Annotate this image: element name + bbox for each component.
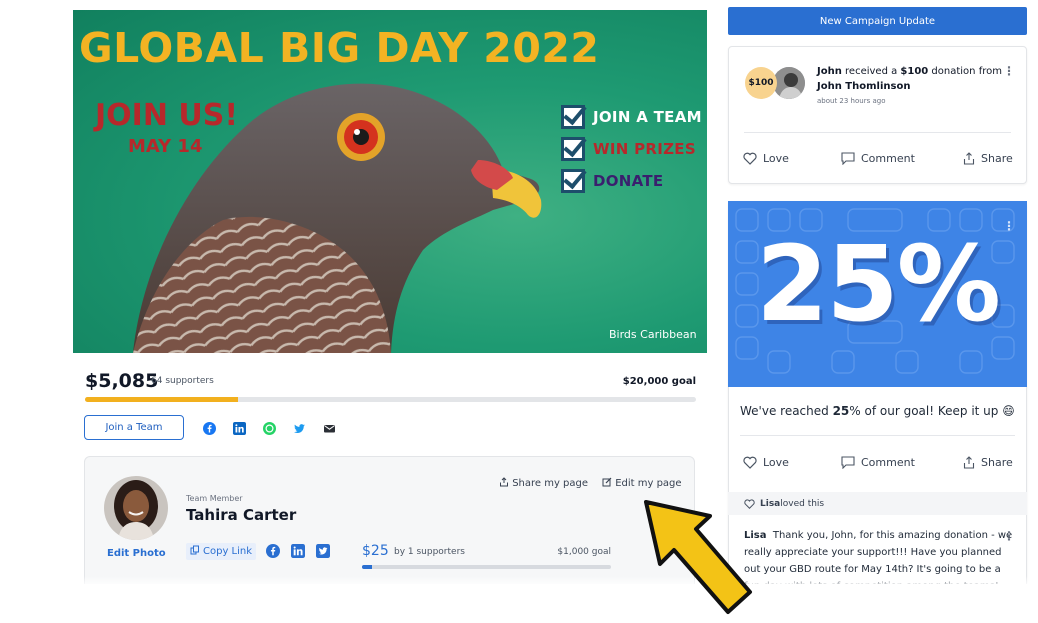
love-label: Love [763, 456, 789, 469]
more-options-icon[interactable]: ⋮ [1003, 530, 1015, 542]
share-icon [499, 477, 512, 489]
comment-button[interactable]: Comment [841, 152, 915, 165]
share-my-page-label: Share my page [512, 478, 589, 489]
love-button[interactable]: Love [743, 152, 789, 165]
twitter-icon[interactable] [292, 421, 306, 435]
love-button[interactable]: Love [743, 456, 789, 469]
share-my-page-link[interactable]: Share my page [499, 477, 588, 489]
divider [740, 435, 1015, 436]
member-raised: $25 [362, 543, 389, 559]
facebook-icon[interactable] [265, 543, 281, 559]
milestone-text-start: We've reached [740, 404, 833, 418]
page-fold [0, 584, 1038, 623]
campaign-banner: GLOBAL BIG DAY 2022 JOIN US! MAY 14 JOIN… [73, 10, 707, 353]
member-goal: $1,000 goal [557, 547, 611, 557]
comment-icon [841, 456, 855, 469]
share-label: Share [981, 456, 1013, 469]
share-button[interactable]: Share [963, 456, 1013, 469]
donation-badge: $100 [745, 67, 777, 99]
checklist-label: DONATE [593, 172, 664, 190]
birds-caribbean-logo: Birds Caribbean [609, 328, 697, 341]
join-team-button[interactable]: Join a Team [84, 415, 184, 440]
banner-date: MAY 14 [128, 136, 203, 157]
checkbox-icon [561, 105, 585, 129]
copy-link-label: Copy Link [203, 546, 253, 557]
linkedin-icon[interactable] [290, 543, 306, 559]
edit-my-page-link[interactable]: Edit my page [602, 477, 682, 489]
comment-label: Comment [861, 152, 915, 165]
milestone-text-bold: 25 [832, 404, 850, 418]
more-options-icon[interactable]: ⋮ [1003, 65, 1015, 77]
reaction-label: loved this [780, 498, 825, 509]
campaign-progress-fill [85, 397, 238, 402]
comment-icon [841, 152, 855, 165]
share-icon [963, 456, 975, 469]
comment-label: Comment [861, 456, 915, 469]
donation-from-label: donation from [928, 66, 1002, 77]
banner-checklist: JOIN A TEAM WIN PRIZES DONATE [561, 101, 702, 197]
reaction-summary: Lisa loved this [728, 492, 1027, 515]
checklist-label: WIN PRIZES [593, 140, 696, 158]
avatar [104, 476, 168, 540]
annotation-arrow-icon [644, 500, 752, 614]
share-button[interactable]: Share [963, 152, 1013, 165]
milestone-message: We've reached 25% of our goal! Keep it u… [740, 404, 1015, 418]
member-progress-bar [362, 565, 611, 569]
comment-button[interactable]: Comment [841, 456, 915, 469]
facebook-icon[interactable] [202, 421, 216, 435]
checklist-item: JOIN A TEAM [561, 101, 702, 133]
checklist-item: WIN PRIZES [561, 133, 702, 165]
donor-name: John [817, 66, 842, 77]
milestone-graphic: 25% [728, 201, 1027, 387]
new-campaign-update-button[interactable]: New Campaign Update [728, 7, 1027, 35]
edit-icon [602, 477, 615, 489]
banner-join-text: JOIN US! [95, 98, 239, 133]
donor-avatar [773, 67, 805, 99]
milestone-percent: 25% [756, 223, 1001, 345]
share-icon [963, 152, 975, 165]
twitter-icon[interactable] [315, 543, 331, 559]
donation-recipient: John Thomlinson [817, 81, 911, 92]
supporter-count: 64 supporters [151, 376, 214, 386]
copy-link-button[interactable]: Copy Link [186, 543, 257, 560]
more-options-icon[interactable]: ⋮ [1003, 220, 1015, 232]
copy-icon [190, 545, 203, 558]
share-label: Share [981, 152, 1013, 165]
milestone-text-end: % of our goal! Keep it up 😄 [849, 404, 1015, 418]
donation-timestamp: about 23 hours ago [817, 97, 886, 105]
donation-amount: $100 [900, 66, 929, 77]
whatsapp-icon[interactable] [262, 421, 276, 435]
member-role: Team Member [186, 494, 243, 503]
member-supporters: by 1 supporters [394, 547, 465, 557]
heart-icon [743, 152, 757, 165]
checkbox-icon [561, 137, 585, 161]
donation-headline: John received a $100 donation from [817, 66, 1002, 77]
divider [744, 132, 1011, 133]
email-icon[interactable] [322, 421, 336, 435]
campaign-goal: $20,000 goal [622, 376, 696, 387]
member-progress-fill [362, 565, 372, 569]
edit-photo-link[interactable]: Edit Photo [107, 548, 166, 559]
reactor-name: Lisa [760, 498, 781, 509]
checklist-item: DONATE [561, 165, 702, 197]
love-label: Love [763, 152, 789, 165]
heart-icon [743, 456, 757, 469]
checkbox-icon [561, 169, 585, 193]
amount-raised: $5,085 [85, 370, 159, 392]
checklist-label: JOIN A TEAM [593, 108, 702, 126]
banner-title: GLOBAL BIG DAY 2022 [79, 24, 600, 72]
member-name: Tahira Carter [186, 506, 297, 524]
edit-my-page-label: Edit my page [615, 478, 682, 489]
linkedin-icon[interactable] [232, 421, 246, 435]
campaign-progress-bar [85, 397, 696, 402]
donation-verb: received a [841, 66, 901, 77]
